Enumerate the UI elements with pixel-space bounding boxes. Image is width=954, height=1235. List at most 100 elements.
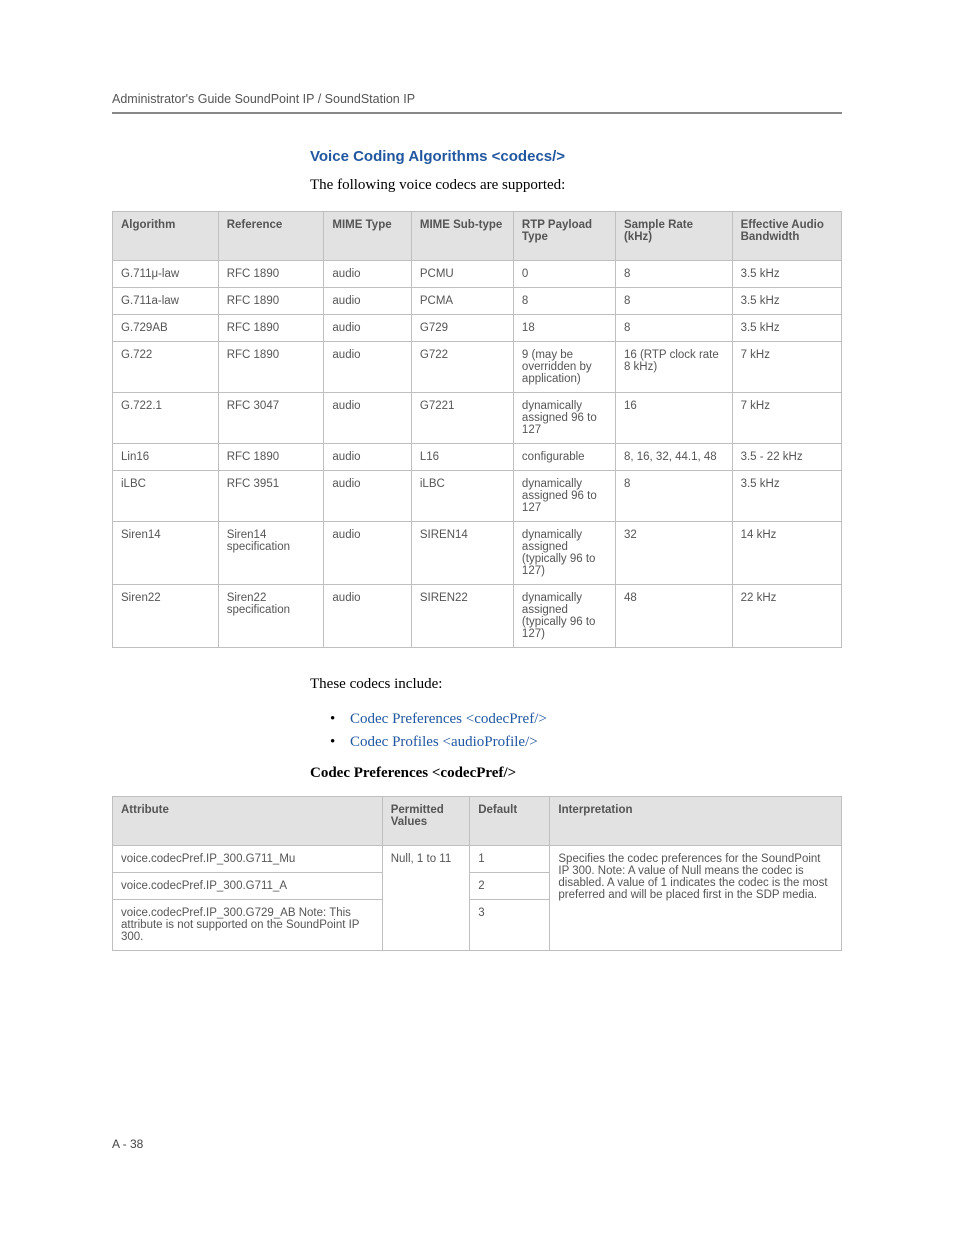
table-cell: 9 (may be overridden by application) [513,342,615,393]
cell-default: 2 [470,872,550,899]
list-item: Codec Profiles <audioProfile/> [330,734,842,751]
table-cell: G.729AB [113,315,219,342]
table-cell: dynamically assigned 96 to 127 [513,393,615,444]
table-cell: dynamically assigned (typically 96 to 12… [513,585,615,648]
table-cell: 18 [513,315,615,342]
table-cell: 8 [615,261,732,288]
table-cell: dynamically assigned 96 to 127 [513,471,615,522]
table-row: Siren14Siren14 specificationaudioSIREN14… [113,522,842,585]
table-cell: 22 kHz [732,585,841,648]
table-cell: audio [324,342,411,393]
table-cell: RFC 3047 [218,393,324,444]
cell-default: 1 [470,845,550,872]
table-cell: audio [324,315,411,342]
codec-pref-link[interactable]: Codec Preferences <codecPref/> [350,711,547,727]
table-cell: Lin16 [113,444,219,471]
table-cell: G.722 [113,342,219,393]
table-cell: RFC 1890 [218,315,324,342]
table-cell: RFC 3951 [218,471,324,522]
table-cell: Siren22 [113,585,219,648]
table-cell: Siren14 [113,522,219,585]
table-cell: audio [324,261,411,288]
table-row: G.722.1RFC 3047audioG7221dynamically ass… [113,393,842,444]
table-cell: dynamically assigned (typically 96 to 12… [513,522,615,585]
table-cell: audio [324,522,411,585]
table-cell: iLBC [113,471,219,522]
table-row: voice.codecPref.IP_300.G711_Mu Null, 1 t… [113,845,842,872]
col-algorithm: Algorithm [113,212,219,261]
cell-default: 3 [470,899,550,950]
running-header: Administrator's Guide SoundPoint IP / So… [112,92,842,114]
table-cell: 3.5 kHz [732,315,841,342]
table-cell: PCMU [411,261,513,288]
table-row: G.729ABRFC 1890audioG7291883.5 kHz [113,315,842,342]
table-cell: Siren22 specification [218,585,324,648]
table-cell: 32 [615,522,732,585]
table-cell: 8 [513,288,615,315]
table-cell: L16 [411,444,513,471]
table-row: Siren22Siren22 specificationaudioSIREN22… [113,585,842,648]
col-attribute: Attribute [113,796,383,845]
table-row: G.722RFC 1890audioG7229 (may be overridd… [113,342,842,393]
table-cell: RFC 1890 [218,261,324,288]
cell-attr: voice.codecPref.IP_300.G711_A [113,872,383,899]
codec-support-table: Algorithm Reference MIME Type MIME Sub-t… [112,211,842,648]
codec-profile-link[interactable]: Codec Profiles <audioProfile/> [350,734,538,750]
cell-interp: Specifies the codec preferences for the … [550,845,842,950]
table-cell: audio [324,393,411,444]
cell-permitted: Null, 1 to 11 [382,845,469,950]
table-cell: 8 [615,315,732,342]
table-cell: PCMA [411,288,513,315]
table-cell: 3.5 kHz [732,471,841,522]
table-cell: G.722.1 [113,393,219,444]
codec-pref-table: Attribute Permitted Values Default Inter… [112,796,842,951]
col-permitted: Permitted Values [382,796,469,845]
list-item: Codec Preferences <codecPref/> [330,711,842,728]
table-cell: audio [324,444,411,471]
table-row: G.711μ-lawRFC 1890audioPCMU083.5 kHz [113,261,842,288]
table-cell: G729 [411,315,513,342]
table-cell: 7 kHz [732,393,841,444]
table-cell: 3.5 kHz [732,288,841,315]
table-cell: RFC 1890 [218,444,324,471]
table-cell: 48 [615,585,732,648]
table-cell: 8 [615,288,732,315]
table-cell: SIREN22 [411,585,513,648]
col-default: Default [470,796,550,845]
table-cell: RFC 1890 [218,342,324,393]
col-reference: Reference [218,212,324,261]
codec-pref-heading: Codec Preferences <codecPref/> [310,765,842,782]
table-cell: 8, 16, 32, 44.1, 48 [615,444,732,471]
table-cell: iLBC [411,471,513,522]
table-cell: Siren14 specification [218,522,324,585]
table-header-row: Attribute Permitted Values Default Inter… [113,796,842,845]
table-cell: SIREN14 [411,522,513,585]
table-cell: 14 kHz [732,522,841,585]
col-sample-rate: Sample Rate (kHz) [615,212,732,261]
table-cell: 7 kHz [732,342,841,393]
col-mime-subtype: MIME Sub-type [411,212,513,261]
table-cell: audio [324,471,411,522]
table-row: G.711a-lawRFC 1890audioPCMA883.5 kHz [113,288,842,315]
table-cell: 16 (RTP clock rate 8 kHz) [615,342,732,393]
table-cell: RFC 1890 [218,288,324,315]
table-cell: 16 [615,393,732,444]
table-cell: G722 [411,342,513,393]
table-cell: G.711μ-law [113,261,219,288]
col-rtp-payload: RTP Payload Type [513,212,615,261]
cell-attr: voice.codecPref.IP_300.G729_AB Note: Thi… [113,899,383,950]
table-header-row: Algorithm Reference MIME Type MIME Sub-t… [113,212,842,261]
col-interpretation: Interpretation [550,796,842,845]
table-cell: configurable [513,444,615,471]
table-cell: audio [324,288,411,315]
table-row: iLBCRFC 3951audioiLBCdynamically assigne… [113,471,842,522]
col-bandwidth: Effective Audio Bandwidth [732,212,841,261]
table-row: Lin16RFC 1890audioL16configurable8, 16, … [113,444,842,471]
table-cell: 0 [513,261,615,288]
table-cell: G7221 [411,393,513,444]
intro-paragraph: The following voice codecs are supported… [310,175,842,195]
these-include-text: These codecs include: [310,674,842,694]
table-cell: 3.5 kHz [732,261,841,288]
cell-attr: voice.codecPref.IP_300.G711_Mu [113,845,383,872]
table-cell: audio [324,585,411,648]
